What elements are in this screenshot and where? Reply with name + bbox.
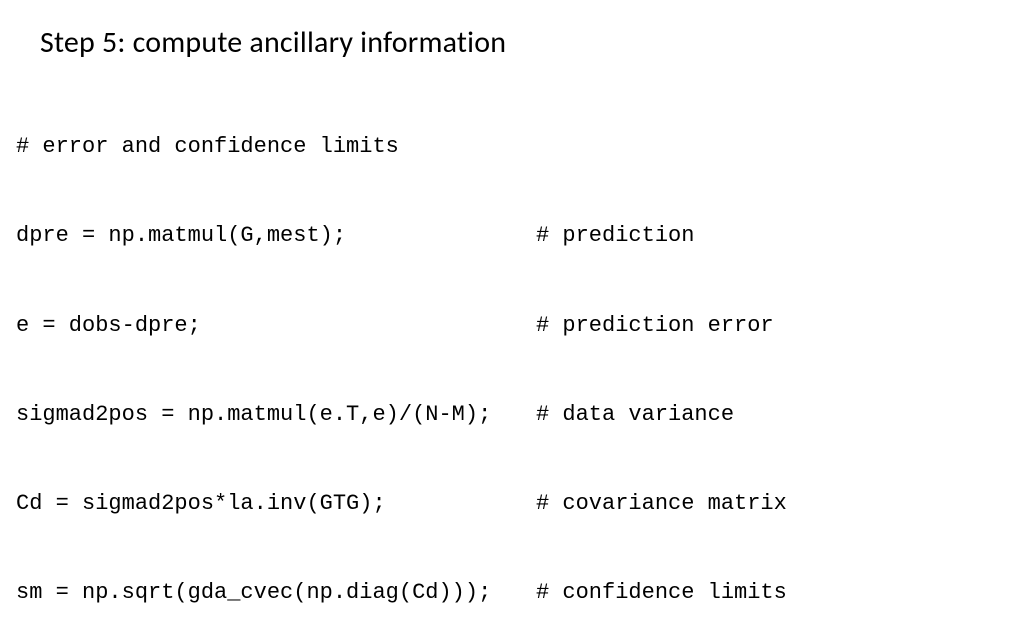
- code-comment: # data variance: [536, 400, 734, 430]
- code-comment: # covariance matrix: [536, 489, 787, 519]
- code-comment: # confidence limits: [536, 578, 787, 608]
- slide-title: Step 5: compute ancillary information: [40, 24, 1008, 61]
- code-comment: # prediction error: [536, 311, 774, 341]
- code-line: Cd = sigmad2pos*la.inv(GTG); # covarianc…: [16, 489, 1008, 519]
- code-line: dpre = np.matmul(G,mest); # prediction: [16, 221, 1008, 251]
- code-line: sigmad2pos = np.matmul(e.T,e)/(N-M); # d…: [16, 400, 1008, 430]
- code-comment-header: # error and confidence limits: [16, 132, 1008, 162]
- code-text: e = dobs-dpre;: [16, 311, 536, 341]
- code-text: sm = np.sqrt(gda_cvec(np.diag(Cd)));: [16, 578, 536, 608]
- code-comment: # prediction: [536, 221, 694, 251]
- code-line: e = dobs-dpre; # prediction error: [16, 311, 1008, 341]
- code-text: sigmad2pos = np.matmul(e.T,e)/(N-M);: [16, 400, 536, 430]
- code-line: sm = np.sqrt(gda_cvec(np.diag(Cd))); # c…: [16, 578, 1008, 608]
- code-block: # error and confidence limits dpre = np.…: [16, 73, 1008, 637]
- code-text: Cd = sigmad2pos*la.inv(GTG);: [16, 489, 536, 519]
- code-text: # error and confidence limits: [16, 132, 399, 162]
- code-text: dpre = np.matmul(G,mest);: [16, 221, 536, 251]
